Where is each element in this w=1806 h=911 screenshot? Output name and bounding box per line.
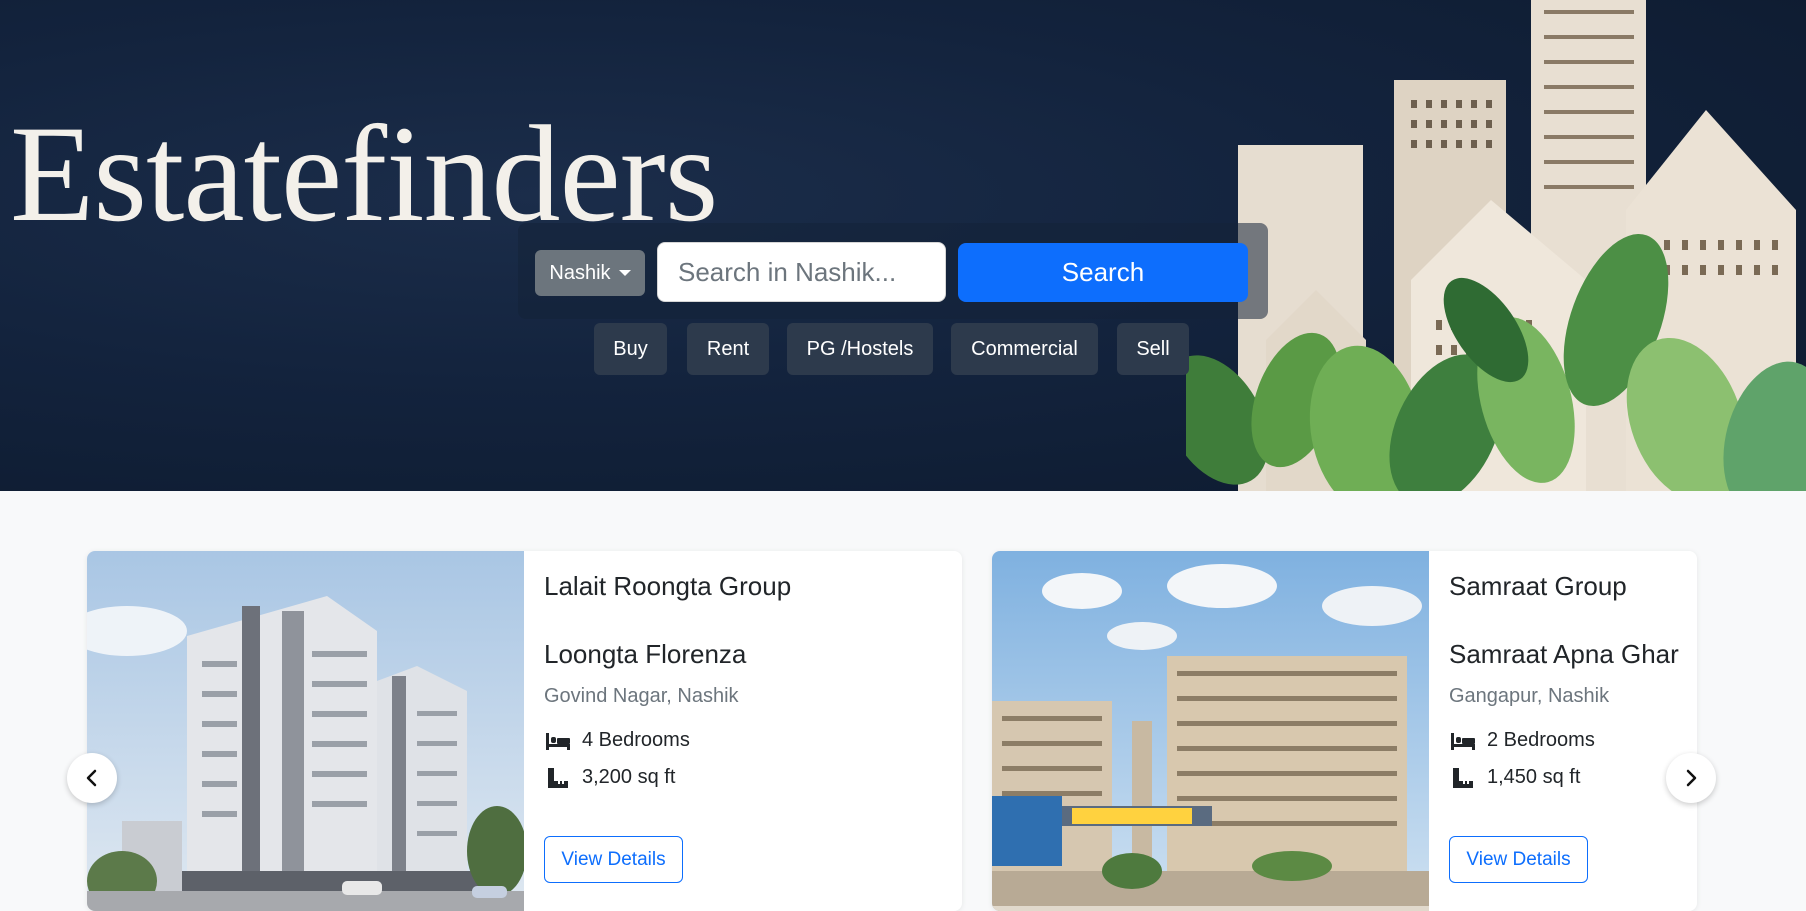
area-row: 3,200 sq ft — [544, 766, 675, 789]
listing-card: Lalait Roongta Group Loongta Florenza Go… — [87, 551, 962, 911]
category-pg-hostels[interactable]: PG /Hostels — [787, 323, 933, 375]
carousel-next-button[interactable] — [1666, 753, 1716, 803]
city-dropdown-button[interactable]: Nashik — [535, 250, 645, 296]
area-text: 1,450 sq ft — [1487, 766, 1581, 788]
bed-icon — [546, 732, 570, 750]
bedrooms-text: 4 Bedrooms — [582, 729, 690, 751]
buildings-leaves-illustration — [1186, 0, 1806, 491]
bedrooms-text: 2 Bedrooms — [1487, 729, 1595, 751]
project-name: Samraat Apna Ghar — [1449, 639, 1679, 669]
builder-name: Lalait Roongta Group — [544, 571, 792, 601]
bedrooms-row: 2 Bedrooms — [1449, 729, 1595, 752]
chevron-right-icon — [1686, 769, 1697, 787]
ruler-icon — [548, 767, 568, 788]
ruler-icon — [1453, 767, 1473, 788]
city-label: Nashik — [549, 261, 611, 284]
search-input[interactable] — [657, 242, 946, 302]
project-location: Gangapur, Nashik — [1449, 685, 1610, 707]
view-details-button[interactable]: View Details — [544, 836, 683, 883]
project-location: Govind Nagar, Nashik — [544, 685, 739, 707]
view-details-button[interactable]: View Details — [1449, 836, 1588, 883]
chevron-left-icon — [86, 769, 97, 787]
builder-name: Samraat Group — [1449, 571, 1627, 601]
carousel-prev-button[interactable] — [67, 753, 117, 803]
category-buy[interactable]: Buy — [594, 323, 667, 375]
listing-card: Samraat Group Samraat Apna Ghar Gangapur… — [992, 551, 1697, 911]
bedrooms-row: 4 Bedrooms — [544, 729, 690, 752]
caret-down-icon — [618, 270, 631, 276]
category-sell[interactable]: Sell — [1117, 323, 1189, 375]
hero-banner: Estatefinders Nashik Search in Nashik...… — [0, 0, 1806, 491]
project-name: Loongta Florenza — [544, 639, 747, 669]
property-image — [992, 551, 1429, 911]
featured-listings: Lalait Roongta Group Loongta Florenza Go… — [0, 491, 1806, 911]
bed-icon — [1451, 732, 1475, 750]
area-text: 3,200 sq ft — [582, 766, 676, 788]
property-image — [87, 551, 524, 911]
area-row: 1,450 sq ft — [1449, 766, 1580, 789]
search-button[interactable]: Search — [958, 243, 1248, 302]
category-commercial[interactable]: Commercial — [951, 323, 1098, 375]
category-rent[interactable]: Rent — [687, 323, 769, 375]
